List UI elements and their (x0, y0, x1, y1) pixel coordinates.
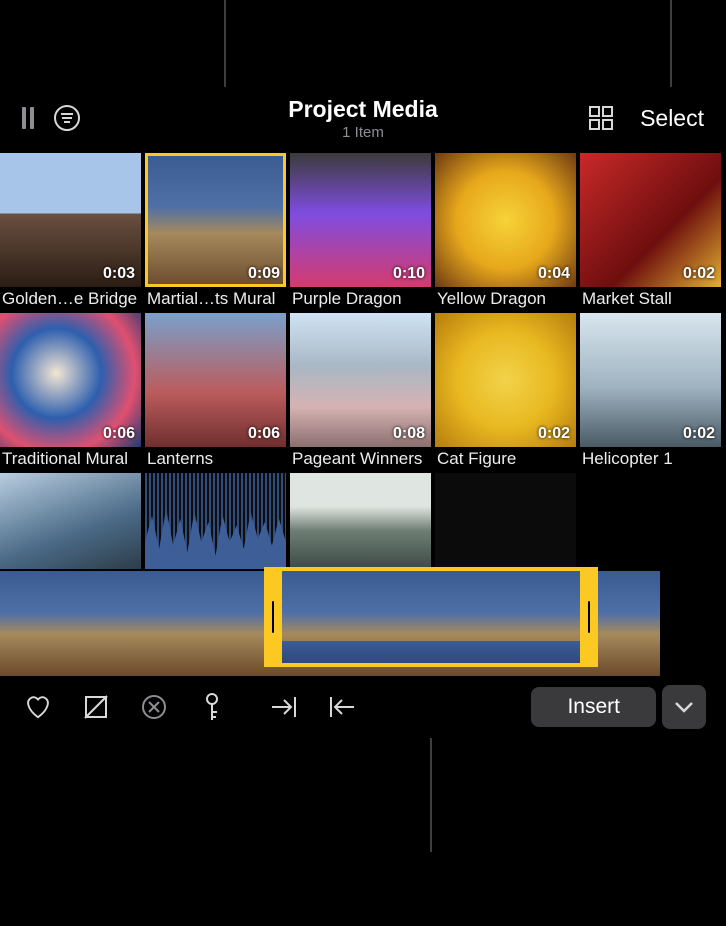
clip-label: Market Stall (580, 287, 721, 309)
item-count: 1 Item (288, 124, 438, 141)
clip-duration: 0:08 (393, 425, 425, 443)
page-title: Project Media (288, 96, 438, 123)
range-selection[interactable] (264, 567, 598, 667)
keyword-icon[interactable] (198, 693, 226, 721)
range-handle-right[interactable] (580, 571, 598, 663)
clip-thumbnail[interactable]: 0:04 (435, 153, 576, 287)
media-grid: 0:03Golden…e Bridge0:09Martial…ts Mural0… (0, 149, 726, 569)
clip-duration: 0:04 (538, 265, 570, 283)
toolbar: Insert (0, 676, 726, 738)
clip-label: Purple Dragon (290, 287, 431, 309)
clip-item[interactable] (435, 473, 576, 569)
clip-thumbnail[interactable]: 0:02 (580, 153, 721, 287)
clip-label: Yellow Dragon (435, 287, 576, 309)
callout-line-top-right (670, 0, 672, 96)
filter-list-icon[interactable] (52, 103, 82, 133)
favorite-icon[interactable] (24, 693, 52, 721)
clip-duration: 0:06 (103, 425, 135, 443)
insert-options-button[interactable] (662, 685, 706, 729)
clip-thumbnail[interactable]: 0:03 (0, 153, 141, 287)
filmstrip-frame[interactable] (110, 571, 220, 676)
clip-duration: 0:10 (393, 265, 425, 283)
clip-thumbnail[interactable]: 0:02 (435, 313, 576, 447)
mark-out-icon[interactable] (328, 693, 356, 721)
clip-duration: 0:06 (248, 425, 280, 443)
clip-thumbnail[interactable] (145, 473, 286, 569)
clip-item[interactable] (145, 473, 286, 569)
clip-thumbnail[interactable] (435, 473, 576, 569)
clip-item[interactable]: 0:10 Purple Dragon (290, 153, 431, 309)
clip-label: Traditional Mural (0, 447, 141, 469)
insert-button[interactable]: Insert (531, 687, 656, 727)
clip-duration: 0:03 (103, 265, 135, 283)
clip-label: Helicopter 1 (580, 447, 721, 469)
clip-duration: 0:09 (248, 265, 280, 283)
grid-view-icon[interactable] (588, 105, 614, 131)
media-browser: Project Media 1 Item Select 0:03 Golden…e… (0, 87, 726, 738)
clip-label: Martial…ts Mural (145, 287, 286, 309)
clip-label: Golden…e Bridge (0, 287, 141, 309)
clip-thumbnail[interactable]: 0:06 (0, 313, 141, 447)
clip-item[interactable] (290, 473, 431, 569)
clip-thumbnail[interactable] (0, 473, 141, 569)
header-center: Project Media 1 Item (288, 96, 438, 141)
clip-duration: 0:02 (538, 425, 570, 443)
clip-duration: 0:02 (683, 265, 715, 283)
chevron-down-icon (674, 701, 694, 713)
mark-in-icon[interactable] (270, 693, 298, 721)
clip-label: Lanterns (145, 447, 286, 469)
clip-thumbnail[interactable]: 0:09 (145, 153, 286, 287)
clip-thumbnail[interactable]: 0:08 (290, 313, 431, 447)
filmstrip-frame[interactable] (0, 571, 110, 676)
reject-icon[interactable] (82, 693, 110, 721)
clip-thumbnail[interactable] (290, 473, 431, 569)
toolbar-right: Insert (531, 685, 706, 729)
clip-label: Pageant Winners (290, 447, 431, 469)
clip-label: Cat Figure (435, 447, 576, 469)
clip-item[interactable]: 0:02 Cat Figure (435, 313, 576, 469)
range-handle-left[interactable] (264, 571, 282, 663)
clip-thumbnail[interactable]: 0:10 (290, 153, 431, 287)
clip-item[interactable]: 0:09 Martial…ts Mural (145, 153, 286, 309)
clip-item[interactable]: 0:06 Traditional Mural (0, 313, 141, 469)
header-right: Select (588, 105, 704, 132)
pause-icon[interactable] (22, 107, 34, 129)
clip-item[interactable]: 0:02 Market Stall (580, 153, 721, 309)
clip-thumbnail[interactable]: 0:06 (145, 313, 286, 447)
clip-duration: 0:02 (683, 425, 715, 443)
clip-item[interactable]: 0:02 Helicopter 1 (580, 313, 721, 469)
clip-item[interactable]: 0:08 Pageant Winners (290, 313, 431, 469)
header-left (22, 103, 82, 133)
clip-item[interactable]: 0:04 Yellow Dragon (435, 153, 576, 309)
clip-item[interactable]: 0:03 Golden…e Bridge (0, 153, 141, 309)
clip-item[interactable]: 0:06 Lanterns (145, 313, 286, 469)
select-button[interactable]: Select (640, 105, 704, 132)
clip-item[interactable] (0, 473, 141, 569)
filmstrip[interactable] (0, 571, 726, 676)
clear-rating-icon[interactable] (140, 693, 168, 721)
audio-waveform (282, 641, 580, 663)
header: Project Media 1 Item Select (0, 87, 726, 149)
clip-thumbnail[interactable]: 0:02 (580, 313, 721, 447)
callout-line-top-left (224, 0, 226, 96)
range-body[interactable] (282, 571, 580, 663)
